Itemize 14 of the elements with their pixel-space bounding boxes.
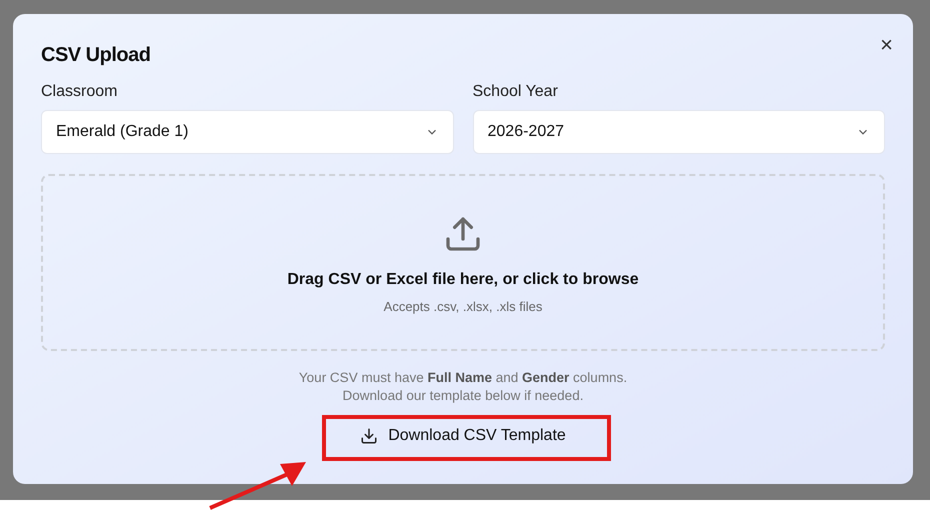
drop-instructions: Drag CSV or Excel file here, or click to browse [287, 270, 639, 290]
download-icon [360, 427, 378, 445]
hint-text: Download our template below if needed. [342, 387, 584, 405]
select-field[interactable]: Emerald (Grade 1) [41, 110, 454, 154]
close-button[interactable]: × [880, 34, 893, 56]
drop-zone[interactable]: Drag CSV or Excel file here, or click to browse Accepts .csv, .xlsx, .xls files [41, 174, 885, 351]
field-label: School Year [472, 82, 559, 102]
accepted-formats: Accepts .csv, .xlsx, .xls files [384, 298, 542, 316]
select-value: Emerald (Grade 1) [56, 122, 188, 142]
field-label: Classroom [41, 82, 118, 102]
select-value: 2026-2027 [488, 122, 564, 142]
hint-text: Your CSV must have Full Name and Gender columns. [298, 369, 628, 387]
dialog-title: CSV Upload [41, 43, 150, 68]
select-field[interactable]: 2026-2027 [472, 110, 885, 154]
